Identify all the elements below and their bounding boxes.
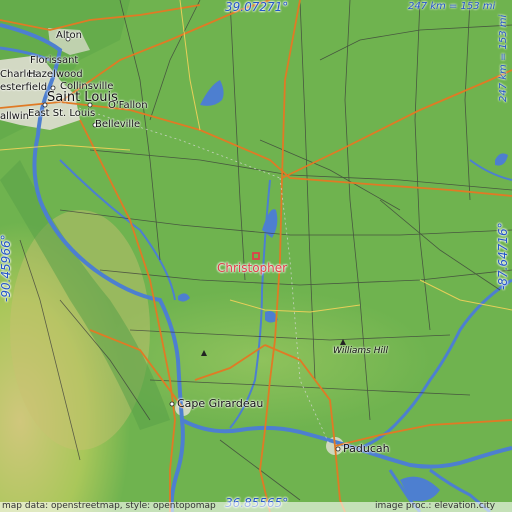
- image-credit: image proc.: elevation.city: [375, 501, 496, 511]
- place-label-belleville: Belleville: [95, 119, 141, 130]
- place-label-chesterfield: esterfield: [0, 82, 48, 93]
- longitude-left-label: -90.45966°: [0, 234, 13, 302]
- place-label-alton: Alton: [56, 30, 82, 41]
- place-label-hazelwood: Hazelwood: [28, 69, 83, 80]
- scale-label-horizontal: 247 km = 153 mi: [408, 1, 496, 12]
- longitude-right-label: -87.64716°: [496, 222, 510, 290]
- place-label-ofallon: O'Fallon: [108, 100, 148, 111]
- scale-label-vertical: 247 km = 153 mi: [498, 14, 509, 102]
- place-label-east-st-louis: East St. Louis: [28, 108, 96, 119]
- peak-label-williams-hill: Williams Hill: [333, 346, 389, 356]
- place-label-ballwin: allwin: [0, 111, 29, 122]
- place-label-cape-girardeau: Cape Girardeau: [177, 397, 264, 410]
- upland-patch: [10, 210, 150, 450]
- latitude-top-label: 39.07271°: [225, 0, 289, 14]
- map-view[interactable]: Alton Florissant Charles Hazelwood ester…: [0, 0, 512, 512]
- place-label-florissant: Florissant: [30, 55, 79, 66]
- place-label-paducah: Paducah: [343, 442, 390, 455]
- focus-place-label: Christopher: [217, 261, 288, 275]
- map-data-credit: map data: openstreetmap, style: opentopo…: [2, 501, 216, 511]
